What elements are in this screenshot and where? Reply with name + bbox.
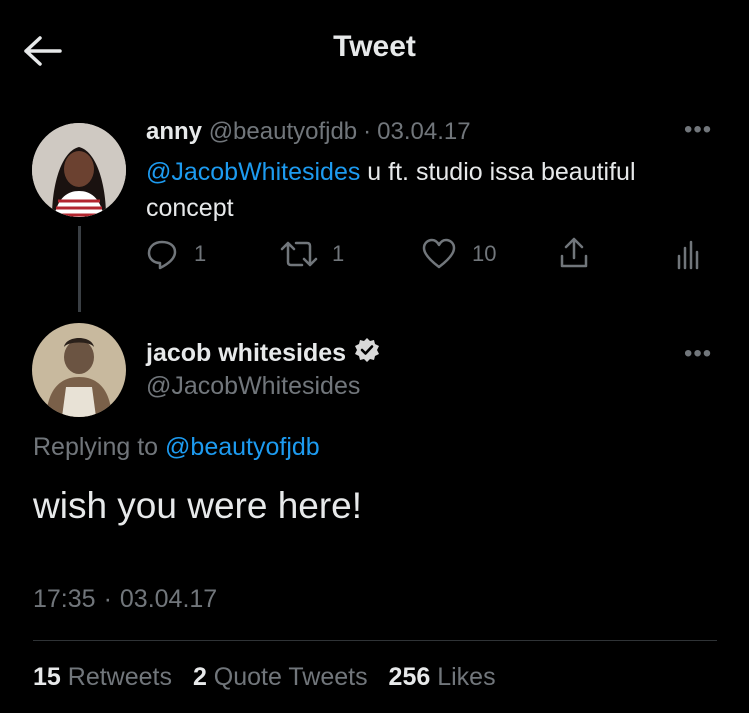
thread-line (78, 226, 81, 312)
retweet-icon (280, 238, 318, 270)
tweet-time: 17:35 (33, 585, 96, 613)
parent-tweet-header: anny @beautyofjdb · 03.04.17 (146, 118, 471, 146)
parent-tweet-text: @JacobWhitesides u ft. studio issa beaut… (146, 158, 636, 222)
like-button[interactable]: 10 (422, 238, 496, 270)
main-author-handle[interactable]: @JacobWhitesides (146, 372, 360, 401)
avatar[interactable] (32, 123, 126, 217)
heart-icon (422, 238, 456, 270)
page-title: Tweet (333, 30, 416, 63)
more-options-icon[interactable]: ••• (684, 340, 712, 368)
like-count: 10 (472, 241, 497, 266)
more-options-icon[interactable]: ••• (684, 116, 712, 144)
share-icon (558, 236, 590, 270)
retweets-stat[interactable]: 15 Retweets (33, 663, 172, 691)
analytics-icon (676, 238, 700, 270)
main-author-name[interactable]: jacob whitesides (146, 339, 346, 368)
engagement-stats: 15 Retweets 2 Quote Tweets 256 Likes (33, 663, 496, 692)
verified-badge-icon (354, 337, 380, 370)
main-author-row: jacob whitesides (146, 337, 380, 370)
replying-to-line: Replying to @beautyofjdb (33, 433, 320, 461)
replying-to-link[interactable]: @beautyofjdb (165, 433, 320, 461)
tweet-date: 03.04.17 (119, 585, 218, 613)
share-button[interactable] (558, 236, 590, 270)
retweet-count: 1 (332, 241, 345, 266)
divider (33, 640, 717, 641)
avatar[interactable] (32, 323, 126, 417)
parent-author-handle[interactable]: @beautyofjdb (209, 118, 357, 145)
likes-stat[interactable]: 256 Likes (389, 663, 496, 691)
main-tweet-text: wish you were here! (33, 485, 363, 526)
parent-author-name[interactable]: anny (146, 118, 202, 145)
reply-count: 1 (194, 241, 207, 266)
analytics-button[interactable] (676, 238, 700, 270)
mention-link[interactable]: @JacobWhitesides (146, 158, 360, 186)
reply-button[interactable]: 1 (146, 238, 206, 270)
separator-dot: · (363, 118, 372, 145)
reply-icon (146, 238, 178, 270)
parent-tweet-date[interactable]: 03.04.17 (377, 118, 470, 145)
tweet-timestamp: 17:35 · 03.04.17 (33, 585, 218, 613)
quote-tweets-stat[interactable]: 2 Quote Tweets (193, 663, 368, 691)
retweet-button[interactable]: 1 (280, 238, 344, 270)
